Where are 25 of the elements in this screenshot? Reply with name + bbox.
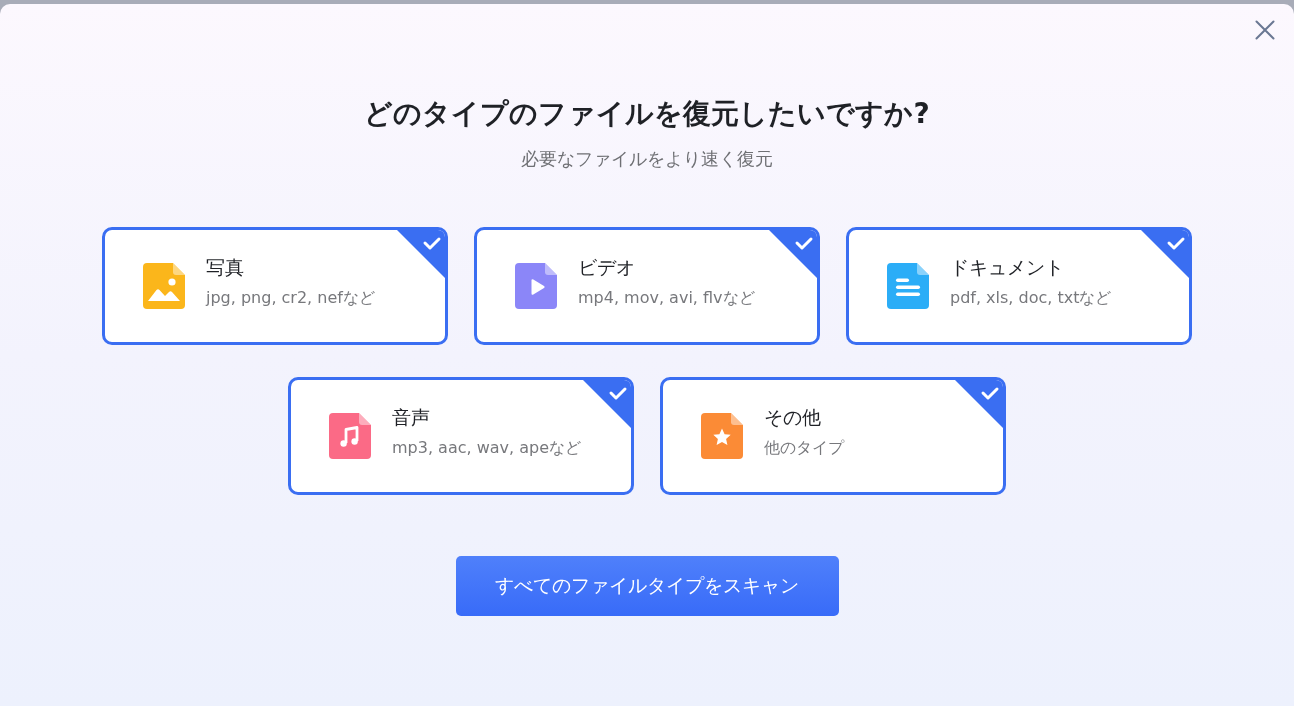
file-type-formats: pdf, xls, doc, txtなど <box>950 286 1112 309</box>
file-type-formats: 他のタイプ <box>764 436 844 459</box>
check-icon <box>954 380 1003 429</box>
check-icon <box>582 380 631 429</box>
file-type-card[interactable]: 音声 mp3, aac, wav, apeなど <box>288 377 634 495</box>
file-type-card[interactable]: ドキュメント pdf, xls, doc, txtなど <box>846 227 1192 345</box>
file-type-card[interactable]: 写真 jpg, png, cr2, nefなど <box>102 227 448 345</box>
close-icon <box>1255 20 1275 40</box>
check-icon <box>1140 230 1189 279</box>
file-type-formats: jpg, png, cr2, nefなど <box>206 286 375 309</box>
file-type-formats: mp4, mov, avi, flvなど <box>578 286 755 309</box>
close-button[interactable] <box>1255 20 1275 40</box>
file-type-name: 音声 <box>392 404 430 430</box>
check-icon <box>768 230 817 279</box>
dialog-subtitle: 必要なファイルをより速く復元 <box>521 147 773 171</box>
scan-all-button[interactable]: すべてのファイルタイプをスキャン <box>455 556 839 616</box>
dialog-title: どのタイプのファイルを復元したいですか? <box>364 96 930 132</box>
file-type-name: ビデオ <box>578 254 635 280</box>
file-type-name: ドキュメント <box>950 254 1064 280</box>
check-icon <box>396 230 445 279</box>
file-type-name: 写真 <box>206 254 244 280</box>
file-type-card[interactable]: ビデオ mp4, mov, avi, flvなど <box>474 227 820 345</box>
file-type-name: その他 <box>764 404 821 430</box>
file-type-card[interactable]: その他 他のタイプ <box>660 377 1006 495</box>
file-type-formats: mp3, aac, wav, apeなど <box>392 436 581 459</box>
